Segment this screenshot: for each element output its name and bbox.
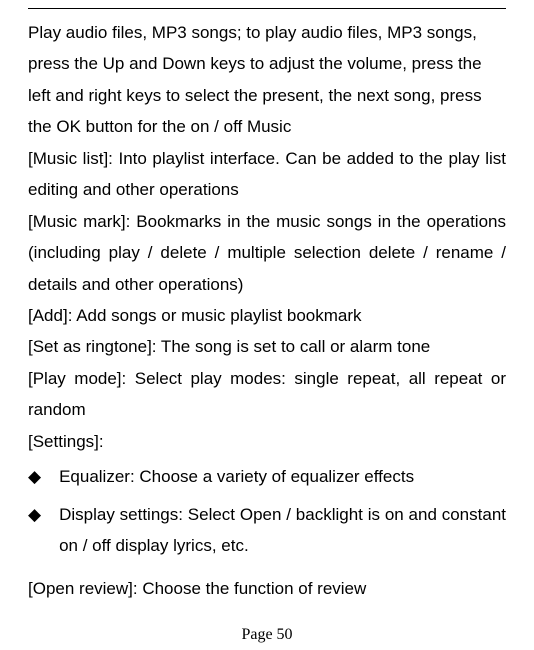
top-divider [28,8,506,9]
bullet-equalizer-text: Equalizer: Choose a variety of equalizer… [59,461,506,492]
intro-paragraph: Play audio files, MP3 songs; to play aud… [28,17,506,143]
music-list-item: [Music list]: Into playlist interface. C… [28,143,506,206]
open-review-item: [Open review]: Choose the function of re… [28,573,506,604]
set-ringtone-item: [Set as ringtone]: The song is set to ca… [28,331,506,362]
diamond-icon: ◆ [28,461,41,492]
page-number: Page 50 [0,626,534,644]
settings-item: [Settings]: [28,426,506,457]
music-mark-item: [Music mark]: Bookmarks in the music son… [28,206,506,300]
add-item: [Add]: Add songs or music playlist bookm… [28,300,506,331]
bullet-equalizer: ◆ Equalizer: Choose a variety of equaliz… [28,461,506,492]
play-mode-item: [Play mode]: Select play modes: single r… [28,363,506,426]
bullet-display-text: Display settings: Select Open / backligh… [59,499,506,562]
diamond-icon: ◆ [28,499,41,530]
bullet-display: ◆ Display settings: Select Open / backli… [28,499,506,562]
